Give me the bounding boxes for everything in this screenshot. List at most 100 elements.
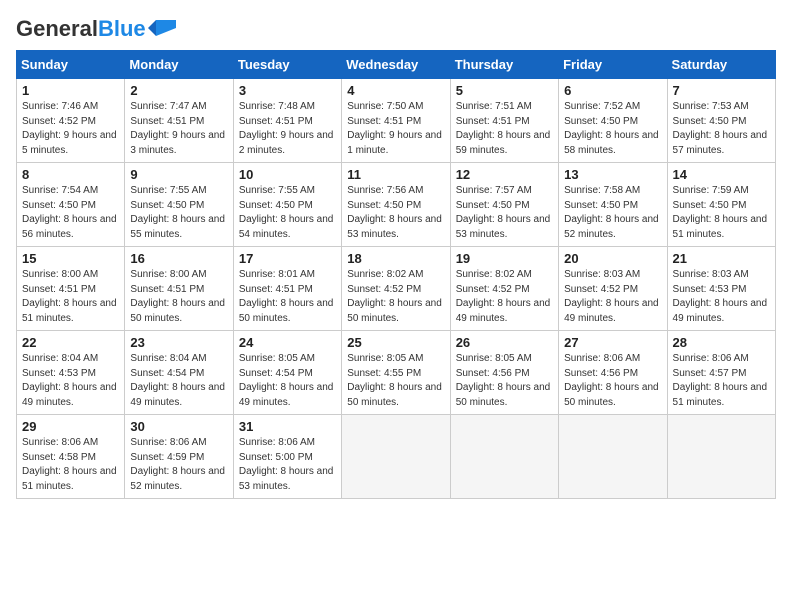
calendar-cell: 24 Sunrise: 8:05 AMSunset: 4:54 PMDayligh… [233, 331, 341, 415]
day-info: Sunrise: 8:00 AMSunset: 4:51 PMDaylight:… [130, 269, 225, 324]
logo: GeneralBlue [16, 16, 176, 42]
calendar-cell: 14 Sunrise: 7:59 AMSunset: 4:50 PMDayligh… [667, 163, 775, 247]
day-info: Sunrise: 8:02 AMSunset: 4:52 PMDaylight:… [456, 269, 551, 324]
day-number: 10 [239, 167, 336, 182]
calendar-cell: 30 Sunrise: 8:06 AMSunset: 4:59 PMDayligh… [125, 415, 233, 499]
day-number: 26 [456, 335, 553, 350]
day-number: 13 [564, 167, 661, 182]
day-number: 22 [22, 335, 119, 350]
day-number: 6 [564, 83, 661, 98]
calendar-cell [667, 415, 775, 499]
day-info: Sunrise: 8:04 AMSunset: 4:53 PMDaylight:… [22, 353, 117, 408]
calendar-cell: 11 Sunrise: 7:56 AMSunset: 4:50 PMDayligh… [342, 163, 450, 247]
calendar-cell: 6 Sunrise: 7:52 AMSunset: 4:50 PMDaylight… [559, 79, 667, 163]
calendar-cell: 19Sunrise: 8:02 AMSunset: 4:52 PMDayligh… [450, 247, 558, 331]
calendar-cell: 7Sunrise: 7:53 AMSunset: 4:50 PMDaylight… [667, 79, 775, 163]
calendar-week-4: 22 Sunrise: 8:04 AMSunset: 4:53 PMDayligh… [17, 331, 776, 415]
day-number: 1 [22, 83, 119, 98]
day-info: Sunrise: 7:46 AMSunset: 4:52 PMDaylight:… [22, 101, 117, 156]
day-number: 8 [22, 167, 119, 182]
day-info: Sunrise: 7:56 AMSunset: 4:50 PMDaylight:… [347, 185, 442, 240]
day-number: 18 [347, 251, 444, 266]
day-info: Sunrise: 7:48 AMSunset: 4:51 PMDaylight:… [239, 101, 334, 156]
day-number: 2 [130, 83, 227, 98]
calendar-cell: 3 Sunrise: 7:48 AMSunset: 4:51 PMDaylight… [233, 79, 341, 163]
calendar-cell: 8 Sunrise: 7:54 AMSunset: 4:50 PMDaylight… [17, 163, 125, 247]
day-number: 16 [130, 251, 227, 266]
day-number: 11 [347, 167, 444, 182]
calendar-cell: 18 Sunrise: 8:02 AMSunset: 4:52 PMDayligh… [342, 247, 450, 331]
day-number: 12 [456, 167, 553, 182]
calendar-cell: 2 Sunrise: 7:47 AMSunset: 4:51 PMDaylight… [125, 79, 233, 163]
calendar-cell: 16 Sunrise: 8:00 AMSunset: 4:51 PMDayligh… [125, 247, 233, 331]
day-info: Sunrise: 7:53 AMSunset: 4:50 PMDaylight:… [673, 101, 768, 156]
day-info: Sunrise: 8:03 AMSunset: 4:53 PMDaylight:… [673, 269, 768, 324]
day-number: 17 [239, 251, 336, 266]
calendar-cell: 12 Sunrise: 7:57 AMSunset: 4:50 PMDayligh… [450, 163, 558, 247]
day-info: Sunrise: 8:00 AMSunset: 4:51 PMDaylight:… [22, 269, 117, 324]
calendar-cell [559, 415, 667, 499]
calendar-cell [342, 415, 450, 499]
calendar-cell: 13 Sunrise: 7:58 AMSunset: 4:50 PMDayligh… [559, 163, 667, 247]
day-number: 21 [673, 251, 770, 266]
day-number: 4 [347, 83, 444, 98]
day-number: 28 [673, 335, 770, 350]
day-number: 27 [564, 335, 661, 350]
logo-icon [148, 18, 176, 38]
day-info: Sunrise: 7:55 AMSunset: 4:50 PMDaylight:… [130, 185, 225, 240]
calendar-cell: 25 Sunrise: 8:05 AMSunset: 4:55 PMDayligh… [342, 331, 450, 415]
day-number: 3 [239, 83, 336, 98]
day-info: Sunrise: 8:06 AMSunset: 4:58 PMDaylight:… [22, 437, 117, 492]
calendar-cell: 27Sunrise: 8:06 AMSunset: 4:56 PMDayligh… [559, 331, 667, 415]
calendar-table: SundayMondayTuesdayWednesdayThursdayFrid… [16, 50, 776, 499]
day-number: 29 [22, 419, 119, 434]
weekday-header-monday: Monday [125, 51, 233, 79]
weekday-header-friday: Friday [559, 51, 667, 79]
weekday-header-wednesday: Wednesday [342, 51, 450, 79]
day-info: Sunrise: 8:05 AMSunset: 4:55 PMDaylight:… [347, 353, 442, 408]
day-number: 5 [456, 83, 553, 98]
day-number: 15 [22, 251, 119, 266]
weekday-header-tuesday: Tuesday [233, 51, 341, 79]
day-number: 25 [347, 335, 444, 350]
calendar-cell: 10Sunrise: 7:55 AMSunset: 4:50 PMDayligh… [233, 163, 341, 247]
calendar-cell: 28 Sunrise: 8:06 AMSunset: 4:57 PMDayligh… [667, 331, 775, 415]
page-header: GeneralBlue [16, 16, 776, 42]
day-info: Sunrise: 7:59 AMSunset: 4:50 PMDaylight:… [673, 185, 768, 240]
day-info: Sunrise: 8:04 AMSunset: 4:54 PMDaylight:… [130, 353, 225, 408]
calendar-cell: 4 Sunrise: 7:50 AMSunset: 4:51 PMDaylight… [342, 79, 450, 163]
day-info: Sunrise: 7:51 AMSunset: 4:51 PMDaylight:… [456, 101, 551, 156]
logo-text: GeneralBlue [16, 16, 146, 42]
calendar-cell [450, 415, 558, 499]
calendar-cell: 5 Sunrise: 7:51 AMSunset: 4:51 PMDaylight… [450, 79, 558, 163]
day-info: Sunrise: 7:47 AMSunset: 4:51 PMDaylight:… [130, 101, 225, 156]
calendar-week-5: 29 Sunrise: 8:06 AMSunset: 4:58 PMDayligh… [17, 415, 776, 499]
day-info: Sunrise: 7:54 AMSunset: 4:50 PMDaylight:… [22, 185, 117, 240]
day-info: Sunrise: 7:57 AMSunset: 4:50 PMDaylight:… [456, 185, 551, 240]
day-info: Sunrise: 8:05 AMSunset: 4:54 PMDaylight:… [239, 353, 334, 408]
calendar-cell: 21 Sunrise: 8:03 AMSunset: 4:53 PMDayligh… [667, 247, 775, 331]
day-info: Sunrise: 8:06 AMSunset: 4:59 PMDaylight:… [130, 437, 225, 492]
day-number: 30 [130, 419, 227, 434]
calendar-cell: 26Sunrise: 8:05 AMSunset: 4:56 PMDayligh… [450, 331, 558, 415]
calendar-cell: 1 Sunrise: 7:46 AMSunset: 4:52 PMDaylight… [17, 79, 125, 163]
calendar-week-3: 15 Sunrise: 8:00 AMSunset: 4:51 PMDayligh… [17, 247, 776, 331]
day-number: 14 [673, 167, 770, 182]
day-info: Sunrise: 8:03 AMSunset: 4:52 PMDaylight:… [564, 269, 659, 324]
day-number: 23 [130, 335, 227, 350]
calendar-cell: 23 Sunrise: 8:04 AMSunset: 4:54 PMDayligh… [125, 331, 233, 415]
day-number: 24 [239, 335, 336, 350]
day-info: Sunrise: 8:02 AMSunset: 4:52 PMDaylight:… [347, 269, 442, 324]
weekday-header-sunday: Sunday [17, 51, 125, 79]
day-info: Sunrise: 7:50 AMSunset: 4:51 PMDaylight:… [347, 101, 442, 156]
calendar-week-1: 1 Sunrise: 7:46 AMSunset: 4:52 PMDaylight… [17, 79, 776, 163]
weekday-header-thursday: Thursday [450, 51, 558, 79]
calendar-cell: 20 Sunrise: 8:03 AMSunset: 4:52 PMDayligh… [559, 247, 667, 331]
day-info: Sunrise: 7:58 AMSunset: 4:50 PMDaylight:… [564, 185, 659, 240]
calendar-cell: 17Sunrise: 8:01 AMSunset: 4:51 PMDayligh… [233, 247, 341, 331]
day-info: Sunrise: 7:52 AMSunset: 4:50 PMDaylight:… [564, 101, 659, 156]
day-number: 20 [564, 251, 661, 266]
calendar-cell: 29 Sunrise: 8:06 AMSunset: 4:58 PMDayligh… [17, 415, 125, 499]
day-info: Sunrise: 8:06 AMSunset: 4:57 PMDaylight:… [673, 353, 768, 408]
weekday-header-saturday: Saturday [667, 51, 775, 79]
